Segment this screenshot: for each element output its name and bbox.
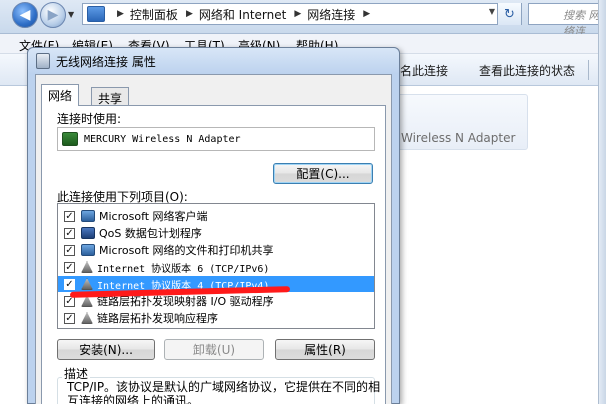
list-item-label: Microsoft 网络客户端 <box>99 210 208 223</box>
dialog-title: 无线网络连接 属性 <box>56 54 156 69</box>
forward-button[interactable]: ▶ <box>40 2 66 28</box>
uninstall-button[interactable]: 卸载(U) <box>164 339 264 360</box>
chevron-right-icon[interactable]: ▶ <box>363 9 370 19</box>
components-list: ✓ Microsoft 网络客户端 ✓ QoS 数据包计划程序 ✓ Micros… <box>57 203 375 329</box>
wireless-adapter-tile[interactable]: Wireless N Adapter <box>392 94 528 150</box>
back-button[interactable]: ◀ <box>12 2 38 28</box>
list-item-label: QoS 数据包计划程序 <box>99 227 202 240</box>
protocol-icon <box>81 278 93 290</box>
tab-network[interactable]: 网络 <box>41 84 80 106</box>
chevron-right-icon[interactable]: ▶ <box>186 9 193 19</box>
adapter-name: MERCURY Wireless N Adapter <box>84 133 241 145</box>
view-status-button[interactable]: 查看此连接的状态 <box>479 62 575 79</box>
network-adapter-icon <box>62 132 78 146</box>
qos-icon <box>81 227 95 239</box>
list-item[interactable]: ✓ Internet 协议版本 6 (TCP/IPv6) <box>58 259 374 275</box>
dialog-title-bar[interactable]: 无线网络连接 属性 <box>28 48 399 74</box>
configure-button[interactable]: 配置(C)... <box>273 163 373 184</box>
chevron-right-icon[interactable]: ▶ <box>117 9 124 19</box>
list-item-label: Internet 协议版本 6 (TCP/IPv6) <box>97 263 270 275</box>
file-share-icon <box>81 244 95 256</box>
adapter-tile-label: Wireless N Adapter <box>401 131 516 145</box>
list-item-label: Microsoft 网络的文件和打印机共享 <box>99 244 274 257</box>
adapter-field: MERCURY Wireless N Adapter <box>57 127 375 151</box>
checkbox[interactable]: ✓ <box>64 244 75 256</box>
checkbox[interactable]: ✓ <box>64 227 75 239</box>
network-client-icon <box>81 210 95 222</box>
recent-pages-dropdown[interactable]: ▼ <box>68 10 74 19</box>
chevron-right-icon[interactable]: ▶ <box>294 9 301 19</box>
properties-button[interactable]: 属性(R) <box>275 339 375 360</box>
control-panel-icon <box>87 6 105 22</box>
breadcrumb-network-connections[interactable]: 网络连接 <box>307 6 355 23</box>
explorer-title-bar: ◀ ▶ ▼ ▶ 控制面板 ▶ 网络和 Internet ▶ 网络连接 ▶ ▼ ↻… <box>0 0 606 38</box>
chevron-down-icon[interactable]: ▼ <box>489 7 495 16</box>
list-item[interactable]: ✓ QoS 数据包计划程序 <box>58 225 374 241</box>
checkbox[interactable]: ✓ <box>64 210 75 222</box>
connect-using-label: 连接时使用: <box>57 112 122 126</box>
checkbox[interactable]: ✓ <box>64 312 75 324</box>
list-item[interactable]: ✓ Microsoft 网络客户端 <box>58 208 374 224</box>
protocol-icon <box>81 312 93 324</box>
checkbox[interactable]: ✓ <box>64 261 75 273</box>
properties-dialog: 无线网络连接 属性 网络 共享 连接时使用: MERCURY Wireless … <box>27 47 400 404</box>
protocol-icon <box>81 261 93 273</box>
list-item[interactable]: ✓ 链路层拓扑发现响应程序 <box>58 310 374 326</box>
wireless-connection-icon <box>36 53 50 69</box>
breadcrumb-network-internet[interactable]: 网络和 Internet <box>199 6 286 23</box>
list-item[interactable]: ✓ Microsoft 网络的文件和打印机共享 <box>58 242 374 258</box>
breadcrumb-control-panel[interactable]: 控制面板 <box>130 6 178 23</box>
search-input[interactable]: 搜索 网络连 <box>528 3 606 38</box>
checkbox[interactable]: ✓ <box>64 278 75 290</box>
list-item-label: 链路层拓扑发现响应程序 <box>97 312 218 325</box>
refresh-icon[interactable]: ↻ <box>497 3 521 25</box>
address-bar[interactable]: ▶ 控制面板 ▶ 网络和 Internet ▶ 网络连接 ▶ ▼ ↻ <box>82 3 522 25</box>
window-border <box>598 0 606 404</box>
network-tab-panel: 连接时使用: MERCURY Wireless N Adapter 配置(C).… <box>41 105 386 404</box>
rename-connection-button[interactable]: 名此连接 <box>400 62 448 79</box>
tab-sharing[interactable]: 共享 <box>91 87 130 107</box>
description-text: TCP/IP。该协议是默认的广域网络协议，它提供在不同的相互连接的网络上的通讯。 <box>67 380 381 404</box>
install-button[interactable]: 安装(N)... <box>57 339 155 360</box>
dialog-body: 网络 共享 连接时使用: MERCURY Wireless N Adapter … <box>35 74 392 404</box>
toolbar-divider <box>588 60 589 80</box>
